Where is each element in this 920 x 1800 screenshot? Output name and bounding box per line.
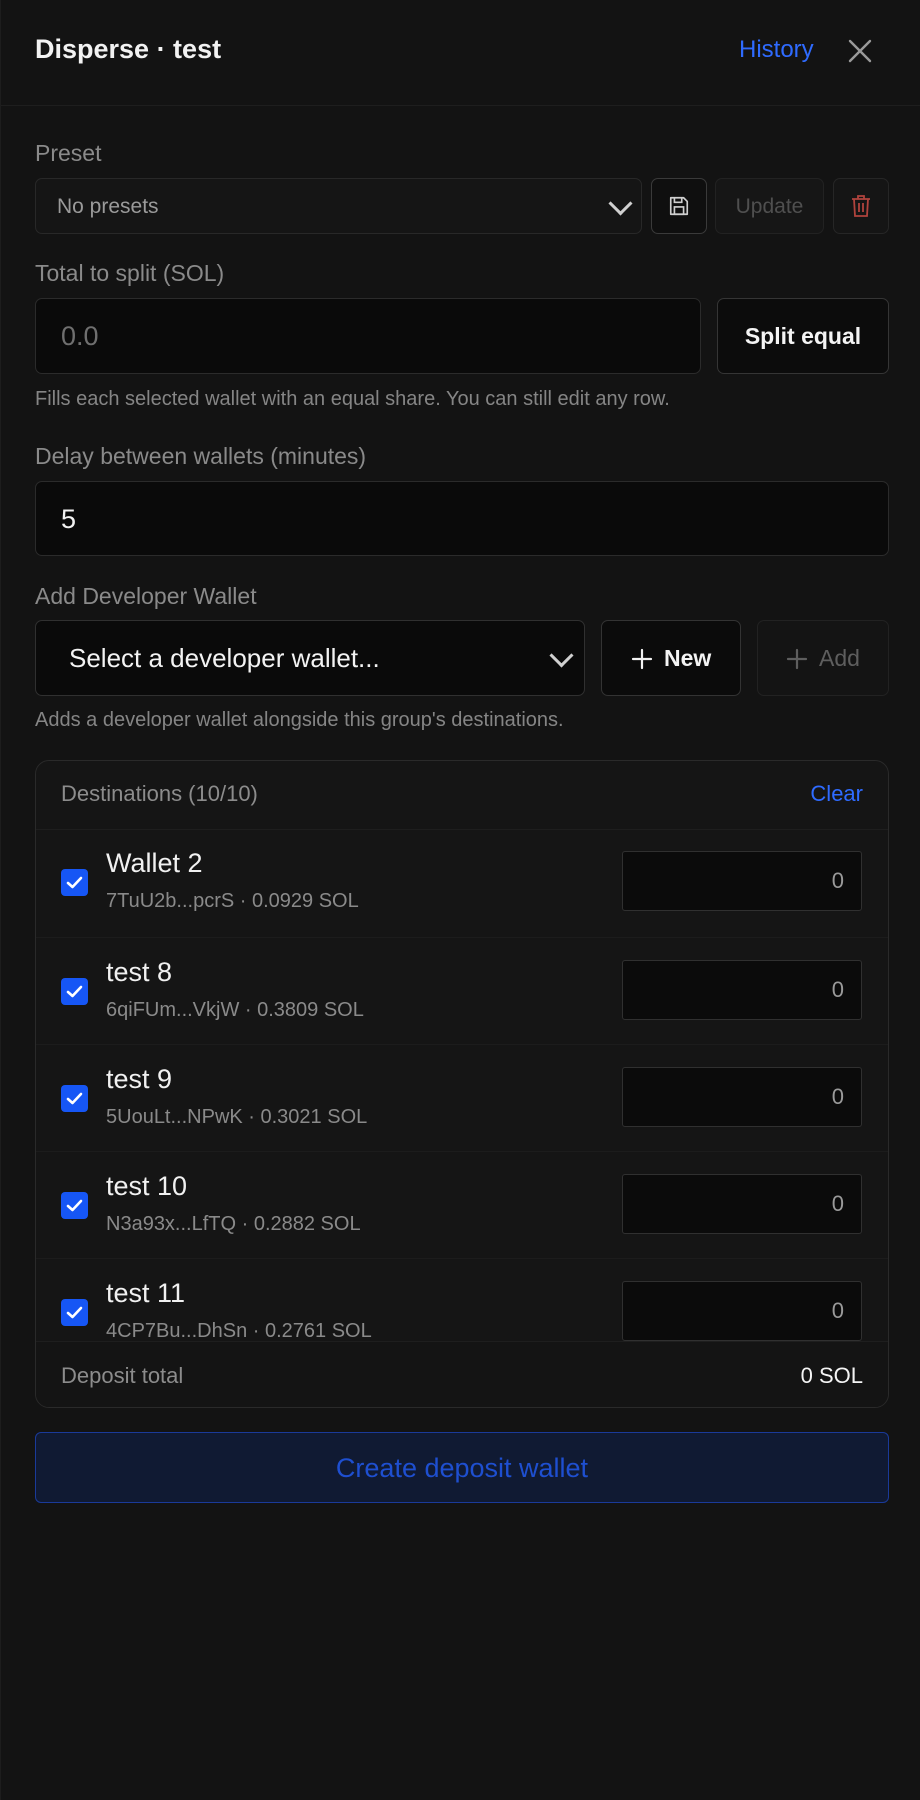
wallet-name: test 11 [106,1278,186,1308]
update-label: Update [735,195,804,218]
check-icon [66,876,83,889]
deposit-total-row: Deposit total 0 SOL [36,1341,888,1407]
chevron-down-icon [549,643,574,668]
wallet-details: 7TuU2b...pcrS · 0.0929 SOL [106,890,359,912]
disperse-panel: Disperse · test History Preset No preset… [0,0,920,1800]
delay-value: 5 [61,504,77,534]
destination-row: test 11 4CP7Bu...DhSn · 0.2761 SOL 0 [36,1259,888,1341]
update-preset-button[interactable]: Update [715,178,824,234]
check-icon [66,1092,83,1105]
split-equal-button[interactable]: Split equal [717,298,889,374]
amount-value: 0 [831,1084,844,1109]
amount-value: 0 [831,868,844,893]
wallet-details: 4CP7Bu...DhSn · 0.2761 SOL [106,1320,372,1341]
panel-title: Disperse · test [35,34,222,64]
deposit-total-label: Deposit total [61,1363,184,1388]
wallet-details: 5UouLt...NPwK · 0.3021 SOL [106,1106,368,1128]
save-icon [669,196,689,216]
amount-input[interactable]: 0 [622,1281,862,1341]
delay-input[interactable]: 5 [35,481,889,556]
destinations-card: Destinations (10/10) Clear Wallet 2 7TuU… [35,760,889,1408]
delete-preset-button[interactable] [833,178,889,234]
check-icon [66,1199,83,1212]
clear-button[interactable]: Clear [810,781,863,807]
developer-wallet-select-value: Select a developer wallet... [69,643,380,673]
delay-label: Delay between wallets (minutes) [35,443,367,469]
add-developer-wallet-button[interactable]: Add [757,620,889,696]
destination-row: Wallet 2 7TuU2b...pcrS · 0.0929 SOL 0 [36,829,888,938]
amount-value: 0 [831,1298,844,1323]
developer-wallet-select[interactable]: Select a developer wallet... [35,620,585,696]
create-deposit-wallet-button[interactable]: Create deposit wallet [35,1432,889,1503]
wallet-name: test 10 [106,1171,188,1201]
amount-input[interactable]: 0 [622,1174,862,1234]
amount-value: 0 [831,1191,844,1216]
amount-input[interactable]: 0 [622,960,862,1020]
destination-checkbox[interactable] [61,1085,88,1112]
total-help-text: Fills each selected wallet with an equal… [35,388,670,410]
preset-label: Preset [35,140,102,166]
total-label: Total to split (SOL) [35,260,225,286]
destination-checkbox[interactable] [61,869,88,896]
plus-icon [631,648,653,670]
wallet-name: test 8 [106,957,173,987]
split-equal-label: Split equal [744,323,862,349]
amount-value: 0 [831,977,844,1002]
check-icon [66,1306,83,1319]
destination-checkbox[interactable] [61,978,88,1005]
wallet-name: Wallet 2 [106,848,203,878]
chevron-down-icon [608,191,633,216]
destination-checkbox[interactable] [61,1192,88,1219]
preset-select[interactable]: No presets [35,178,642,234]
total-input[interactable]: 0.0 [35,298,701,374]
plus-icon [786,648,808,670]
save-preset-button[interactable] [651,178,707,234]
amount-input[interactable]: 0 [622,851,862,911]
new-label: New [664,645,712,671]
wallet-details: 6qiFUm...VkjW · 0.3809 SOL [106,999,364,1021]
close-icon[interactable] [845,36,875,66]
developer-wallet-label: Add Developer Wallet [35,583,257,609]
add-label: Add [819,645,860,671]
destinations-title: Destinations (10/10) [61,781,258,806]
destination-row: test 10 N3a93x...LfTQ · 0.2882 SOL 0 [36,1152,888,1259]
preset-select-value: No presets [57,195,159,218]
check-icon [66,985,83,998]
history-link[interactable]: History [739,36,814,64]
new-developer-wallet-button[interactable]: New [601,620,741,696]
developer-help-text: Adds a developer wallet alongside this g… [35,709,564,731]
create-deposit-wallet-label: Create deposit wallet [335,1453,589,1483]
wallet-name: test 9 [106,1064,173,1094]
panel-header: Disperse · test History [1,0,920,106]
deposit-total-value: 0 SOL [800,1363,863,1388]
trash-icon [852,195,870,217]
destination-row: test 9 5UouLt...NPwK · 0.3021 SOL 0 [36,1045,888,1152]
total-placeholder: 0.0 [61,321,99,351]
destination-checkbox[interactable] [61,1299,88,1326]
destinations-list[interactable]: Wallet 2 7TuU2b...pcrS · 0.0929 SOL 0 te… [36,829,888,1341]
amount-input[interactable]: 0 [622,1067,862,1127]
wallet-details: N3a93x...LfTQ · 0.2882 SOL [106,1213,361,1235]
destination-row: test 8 6qiFUm...VkjW · 0.3809 SOL 0 [36,938,888,1045]
destinations-header: Destinations (10/10) Clear [36,761,888,830]
